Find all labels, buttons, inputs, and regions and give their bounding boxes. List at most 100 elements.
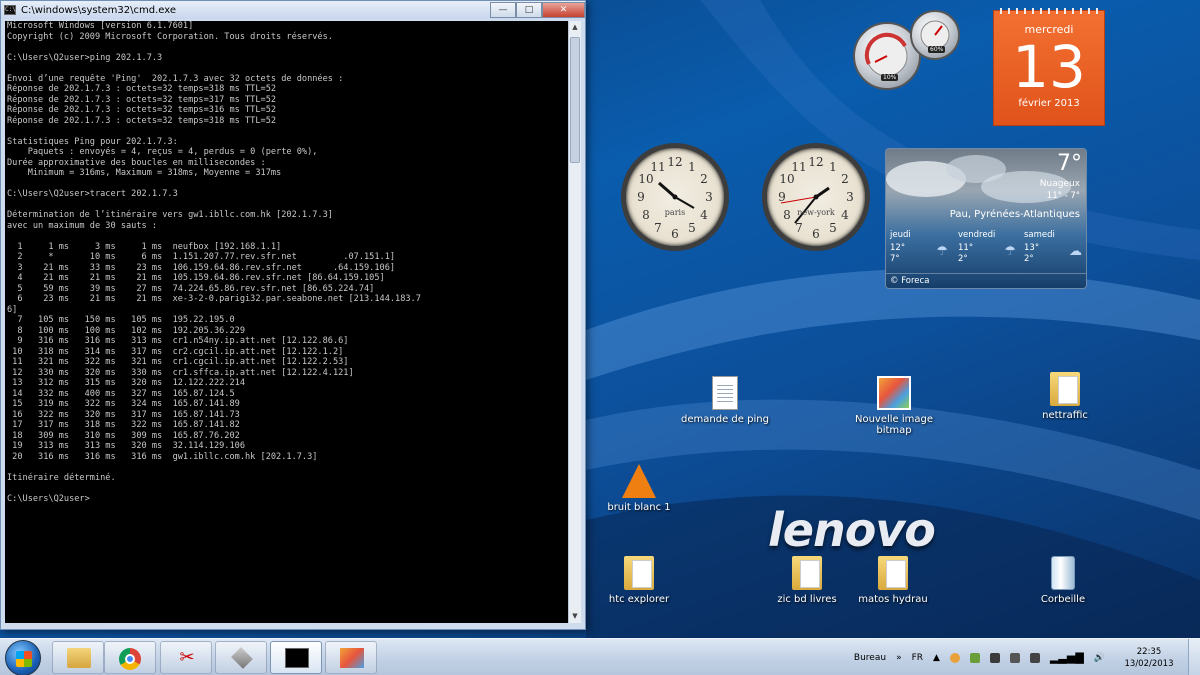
console-line: Envoi d’une requête 'Ping' 202.1.7.3 ave… <box>7 73 344 84</box>
desktop-icon-nouvelle-image-bitmap[interactable]: Nouvelle image bitmap <box>849 376 939 436</box>
cmd-title: C:\windows\system32\cmd.exe <box>21 4 176 16</box>
taskbar-paint-button[interactable] <box>325 641 377 674</box>
device-tray-icon[interactable] <box>1029 652 1040 663</box>
cmd-titlebar[interactable]: C:\ C:\windows\system32\cmd.exe — □ ✕ <box>1 1 585 19</box>
console-line: 20 316 ms 316 ms 316 ms gw1.ibllc.com.hk… <box>7 451 318 462</box>
taskbar-chrome-button[interactable] <box>104 641 156 674</box>
desktop-icon-label: htc explorer <box>608 594 670 605</box>
cmd-scrollbar[interactable]: ▲ ▼ <box>568 21 581 623</box>
clock-gadget-new-york[interactable]: 12 1 2 345 678 9 10 11 new-york <box>762 143 870 251</box>
flag-action-center-icon[interactable] <box>1009 652 1020 663</box>
forecast-day: vendredi 11° 2° ☂ <box>958 230 1024 265</box>
console-line: 12 330 ms 320 ms 330 ms cr1.sffca.ip.att… <box>7 367 354 378</box>
language-indicator[interactable]: FR <box>912 653 923 663</box>
console-line: 9 316 ms 316 ms 313 ms cr1.n54ny.ip.att.… <box>7 336 349 346</box>
desktop-icon-label: Nouvelle image bitmap <box>854 414 934 436</box>
console-line: 17 317 ms 318 ms 322 ms 165.87.141.82 <box>7 420 240 430</box>
console-line: Réponse de 202.1.7.3 : octets=32 temps=3… <box>7 105 277 115</box>
app-tray-icon[interactable] <box>949 652 960 663</box>
console-line: 13 312 ms 315 ms 320 ms 12.122.222.214 <box>7 378 245 388</box>
show-desktop-button[interactable] <box>1188 639 1200 675</box>
weather-divider <box>886 273 1086 274</box>
console-line: 16 322 ms 320 ms 317 ms 165.87.141.73 <box>7 409 240 420</box>
desktop-icon-zic-bd-livres[interactable]: zic bd livres <box>762 556 852 605</box>
minimize-button[interactable]: — <box>490 1 516 18</box>
recycle-bin-icon <box>1051 556 1075 590</box>
text-document-icon <box>712 376 738 410</box>
weather-provider-link[interactable]: © Foreca <box>890 276 929 286</box>
start-button[interactable] <box>5 640 41 675</box>
memory-percent: 60% <box>928 46 946 53</box>
desktop-icon-corbeille[interactable]: Corbeille <box>1018 556 1108 605</box>
svg-text:7: 7 <box>654 221 662 235</box>
svg-text:7: 7 <box>795 221 803 235</box>
desktop-icon-bruit-blanc-1[interactable]: bruit blanc 1 <box>594 464 684 513</box>
cmd-console-output[interactable]: Microsoft Windows [version 6.1.7601] Copy… <box>5 21 568 623</box>
weather-range: 11° - 7° <box>1046 191 1080 201</box>
console-line: 7 105 ms 150 ms 105 ms 195.22.195.0 <box>7 315 235 325</box>
desktop-icon-matos-hydrau[interactable]: matos hydrau <box>848 556 938 605</box>
svg-text:2: 2 <box>841 172 849 186</box>
forecast-day-name: samedi <box>1024 230 1055 240</box>
folder-icon <box>1050 372 1080 406</box>
volume-icon[interactable]: 🔊 <box>1094 653 1105 663</box>
taskbar-clock[interactable]: 22:35 13/02/2013 <box>1110 646 1188 670</box>
network-signal-icon[interactable]: ▂▃▅▇ <box>1050 651 1084 664</box>
chrome-icon <box>119 648 141 670</box>
rain-icon: ☂ <box>1004 244 1016 259</box>
scroll-thumb[interactable] <box>570 37 580 163</box>
console-line: 6 23 ms 21 ms 21 ms xe-3-2-0.parigi32.pa… <box>7 294 421 304</box>
taskbar-date: 13/02/2013 <box>1124 658 1174 669</box>
taskbar-time: 22:35 <box>1136 646 1162 657</box>
desktop-icon-htc-explorer[interactable]: htc explorer <box>594 556 684 605</box>
forecast-day-name: vendredi <box>958 230 996 240</box>
console-line: Durée approximative des boucles en milli… <box>7 157 266 168</box>
folder-icon <box>67 648 91 668</box>
svg-text:9: 9 <box>637 190 645 204</box>
console-line: 1 1 ms 3 ms 1 ms neufbox [192.168.1.1] <box>7 241 282 252</box>
taskbar-snipping-tool-button[interactable]: ✂ <box>160 641 212 674</box>
console-line: C:\Users\Q2user> <box>7 493 90 504</box>
calendar-gadget[interactable]: mercredi 13 février 2013 <box>993 8 1105 126</box>
vlc-cone-icon <box>622 464 656 498</box>
show-hidden-icons-icon[interactable]: ▲ <box>933 653 940 663</box>
desktop-icon-label: zic bd livres <box>777 594 837 605</box>
console-line: avec un maximum de 30 sauts : <box>7 220 158 231</box>
scroll-up-arrow-icon[interactable]: ▲ <box>569 21 581 34</box>
taskbar-explorer-button[interactable] <box>52 641 104 674</box>
console-line: 8 100 ms 100 ms 102 ms 192.205.36.229 <box>7 325 245 336</box>
taskbar-virtualbox-button[interactable] <box>215 641 267 674</box>
console-line: Détermination de l’itinéraire vers gw1.i… <box>7 210 333 220</box>
battery-icon[interactable] <box>989 652 1000 663</box>
calendar-rings <box>994 8 1104 14</box>
maximize-button[interactable]: □ <box>516 1 542 18</box>
toolbar-expand-icon[interactable]: » <box>896 653 902 663</box>
clock-gadget-paris[interactable]: 12 1 2 345 678 9 10 11 paris <box>621 143 729 251</box>
clock-city-label: new-york <box>797 208 835 217</box>
clock-face-icon: 12 12 345 678 91011 <box>778 155 854 241</box>
svg-text:1: 1 <box>829 160 837 174</box>
memory-meter-gadget[interactable]: 60% <box>910 10 960 60</box>
desktop-icon-demande-de-ping[interactable]: demande de ping <box>680 376 770 425</box>
weather-gadget[interactable]: 7° Nuageux 11° - 7° Pau, Pyrénées-Atlant… <box>885 148 1087 289</box>
close-button[interactable]: ✕ <box>542 1 585 18</box>
scroll-down-arrow-icon[interactable]: ▼ <box>569 610 581 623</box>
taskbar-cmd-button[interactable] <box>270 641 322 674</box>
console-line: C:\Users\Q2user>ping 202.1.7.3 <box>7 52 163 63</box>
calendar-month-year: février 2013 <box>1018 98 1080 109</box>
windows-logo-icon <box>16 651 32 667</box>
console-line: C:\Users\Q2user>tracert 202.1.7.3 <box>7 189 178 199</box>
svg-text:6: 6 <box>671 227 679 241</box>
desktop-icon-nettraffic[interactable]: nettraffic <box>1020 372 1110 421</box>
security-tray-icon[interactable] <box>969 652 980 663</box>
desktop-icon-label: demande de ping <box>681 414 769 425</box>
console-line: Réponse de 202.1.7.3 : octets=32 temps=3… <box>7 115 277 126</box>
desktop-toolbar-label[interactable]: Bureau <box>854 653 886 663</box>
folder-icon <box>878 556 908 590</box>
svg-text:5: 5 <box>688 221 696 235</box>
folder-icon <box>624 556 654 590</box>
cmd-window[interactable]: C:\ C:\windows\system32\cmd.exe — □ ✕ Mi… <box>0 0 586 630</box>
